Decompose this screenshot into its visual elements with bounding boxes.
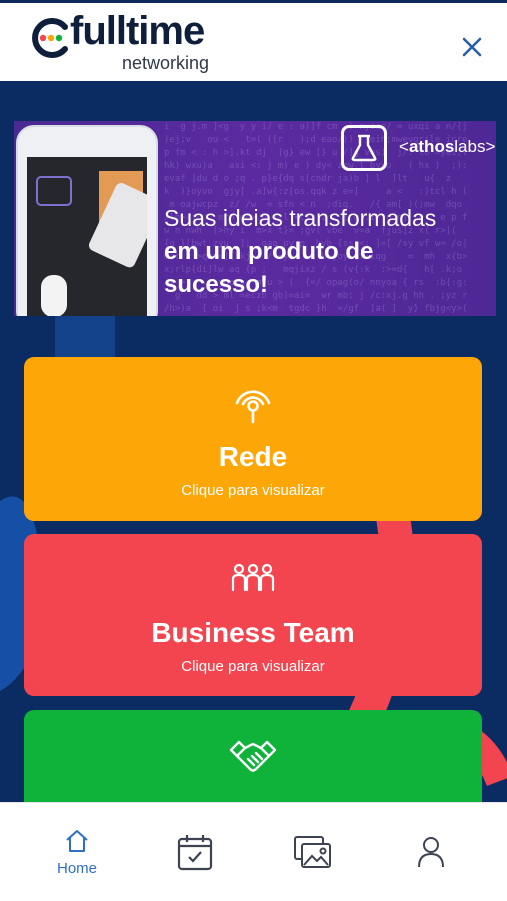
gallery-icon [294,836,331,868]
home-content[interactable]: i g j.m ]<g y y i/ e : a)]f cm ) nyeee/ … [0,81,507,802]
nav-gallery[interactable] [258,803,368,901]
rede-subtitle: Clique para visualizar [181,482,325,499]
close-button[interactable] [455,30,489,64]
partnership-card[interactable] [24,710,482,802]
banner-headline-1: Suas ideias transformadas [164,205,437,231]
calendar-check-icon [177,835,213,871]
logo-mark-icon [32,18,68,58]
nav-profile[interactable] [376,803,486,901]
phone-image [16,125,162,316]
athoslabs-brand: <athoslabs> [399,137,496,156]
banner-headline-3: sucesso! [164,271,269,298]
app-header: fulltime networking [0,3,507,81]
fulltime-logo: fulltime networking [28,9,228,75]
rede-card[interactable]: Rede Clique para visualizar [24,357,482,521]
logo-wordmark: fulltime [70,9,205,53]
brand-bold: athos [408,137,455,156]
team-icon [231,563,275,592]
flask-icon [341,125,387,171]
signal-icon [235,390,271,424]
home-icon [66,829,88,852]
close-icon [462,37,482,57]
handshake-icon [229,740,277,772]
banner-headline-2: em um produto de [164,238,374,265]
logo-subtitle: networking [122,53,210,73]
rede-title: Rede [218,441,288,472]
nav-calendar[interactable] [140,803,250,901]
profile-icon [418,837,444,868]
brand-light: labs [454,137,486,156]
athoslabs-ad-banner[interactable]: i g j.m ]<g y y i/ e : a)]f cm ) nyeee/ … [14,121,496,316]
nav-home[interactable]: Home [22,803,132,901]
business-team-title: Business Team [151,617,355,648]
phone-screen [27,157,162,316]
bottom-navigation: Home [0,802,507,901]
business-team-subtitle: Clique para visualizar [181,658,325,675]
phone-screen-art [36,171,162,316]
nav-home-label: Home [56,859,97,877]
business-team-card[interactable]: Business Team Clique para visualizar [24,534,482,696]
